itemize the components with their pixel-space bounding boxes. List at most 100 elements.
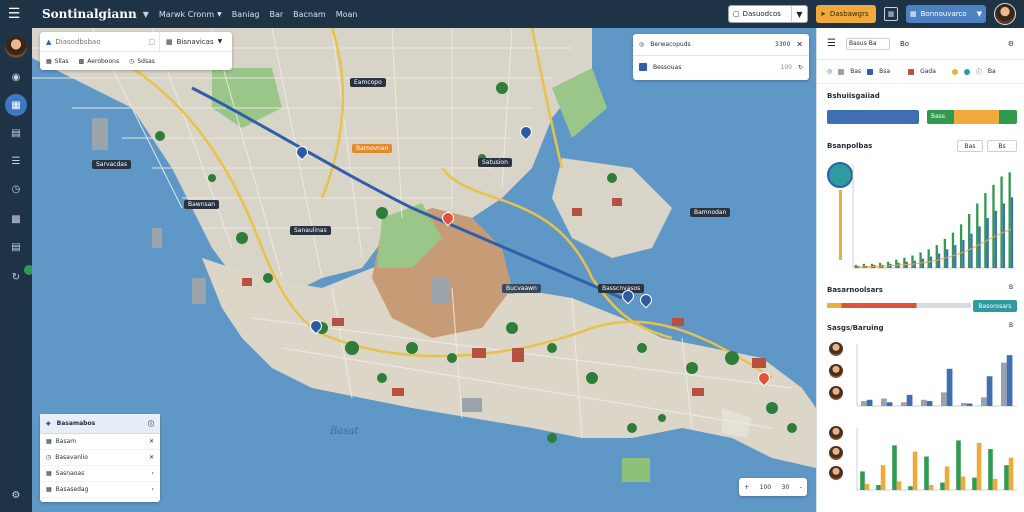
map-label[interactable]: Sanaulinas <box>290 226 331 235</box>
map-label[interactable]: Bamnodan <box>690 208 731 217</box>
chevron-down-icon[interactable]: ▼ <box>143 10 149 19</box>
map-label[interactable]: Satusion <box>478 158 512 167</box>
info-icon[interactable]: ⓘ <box>148 419 154 428</box>
chart1-range[interactable]: Bs <box>987 140 1017 152</box>
layer-icon: ▦ <box>46 486 52 493</box>
chart1-filter[interactable]: Bas <box>957 140 983 152</box>
chart-bar <box>919 252 922 268</box>
close-icon[interactable]: ✕ <box>149 454 154 461</box>
legend-swatch <box>838 68 845 75</box>
progress-title: Basarnoolsars <box>827 286 883 294</box>
menu-item-5[interactable]: Moan <box>336 10 358 19</box>
chart-bar <box>876 485 881 490</box>
search-box[interactable]: ▲ □ <box>40 32 160 51</box>
settings-icon[interactable]: ⚙ <box>5 484 27 506</box>
avatar[interactable] <box>829 426 843 440</box>
avatar[interactable] <box>829 466 843 480</box>
panel-top-label: Bo <box>899 39 910 48</box>
chart-bar <box>988 449 993 490</box>
avatar[interactable] <box>829 386 843 400</box>
chart-bar <box>970 233 973 268</box>
orange-action-button[interactable]: ➤ Dasbawgrs <box>816 5 876 23</box>
filter-chip[interactable]: ◷ Sdsas <box>129 58 155 65</box>
chart-bar <box>1001 362 1007 406</box>
avatar[interactable] <box>829 364 843 378</box>
panel-search-input[interactable]: Basus Ba <box>845 37 890 50</box>
chart-bar <box>926 401 933 406</box>
stat-title: Bshuiisgaiiad <box>827 92 880 100</box>
zoom-out-button[interactable]: - <box>800 484 802 491</box>
chevron-right-icon[interactable]: › <box>152 470 154 477</box>
refresh-icon[interactable]: ↻ <box>798 64 803 71</box>
avatar[interactable] <box>829 446 843 460</box>
close-icon[interactable]: ✕ <box>149 438 154 445</box>
user-avatar[interactable] <box>994 3 1016 25</box>
close-icon[interactable]: ✕ <box>796 40 803 49</box>
chart-bar <box>1008 457 1014 490</box>
top-bar: ☰ Sontinalgiann ▼ Marwk Cronm ▼ Baniag Ba… <box>0 0 1024 28</box>
layer-row[interactable]: ▦ Sasnaoas › <box>40 466 160 482</box>
mode-select[interactable]: ▦ Bisnavicas ▼ <box>160 38 222 46</box>
chart-bar <box>1000 176 1003 268</box>
zoom-in-button[interactable]: + <box>744 484 749 491</box>
progress-button[interactable]: Basorosars <box>973 300 1017 312</box>
zoom-preset[interactable]: 30 <box>782 484 790 491</box>
menu-icon[interactable]: ☰ <box>0 0 28 28</box>
chart-bar <box>911 255 914 268</box>
chart-bar <box>860 471 865 490</box>
layer-row[interactable]: ▦ Basasedag › <box>40 482 160 498</box>
grid-icon: ▦ <box>46 57 52 65</box>
menu-icon[interactable]: ☰ <box>827 38 836 49</box>
clock-icon[interactable]: ◷ <box>5 178 27 200</box>
chart1-title: Bsanpolbas <box>827 142 873 150</box>
image-icon[interactable]: ▩ <box>5 208 27 230</box>
avatar[interactable] <box>829 342 843 356</box>
menu-item-1[interactable]: Marwk Cronm ▼ <box>159 10 222 19</box>
grid-menu-button[interactable]: ▦ Bonnouvarco ▼ <box>906 5 986 23</box>
shield-icon: ◆ <box>46 420 51 427</box>
menu-item-4[interactable]: Bacnam <box>293 10 326 19</box>
menu-item-2[interactable]: Baniag <box>232 10 260 19</box>
filter-chip[interactable]: ▩ Aeroboons <box>79 58 119 65</box>
chart-bar <box>924 456 929 490</box>
map-label[interactable]: Bawnsan <box>184 200 220 209</box>
layer-row[interactable]: ▦ Basam ✕ <box>40 434 160 450</box>
chart-icon[interactable]: ▤ <box>5 122 27 144</box>
legend-swatch <box>963 68 970 75</box>
chart-bar <box>940 482 945 490</box>
chart-bar <box>895 259 898 268</box>
map-label[interactable]: Bucvaawn <box>502 284 541 293</box>
info-icon[interactable]: ⓘ <box>976 67 982 76</box>
destination-icon <box>639 63 647 71</box>
chart-3 <box>856 428 1017 491</box>
chevron-right-icon[interactable]: › <box>152 486 154 493</box>
chart2-value: B <box>1009 322 1014 329</box>
chart-bar <box>861 401 867 406</box>
layers-icon: ▦ <box>166 37 173 46</box>
layers-icon[interactable]: ▦ <box>5 94 27 116</box>
menu-item-3[interactable]: Bar <box>269 10 283 19</box>
search-input[interactable] <box>55 37 136 46</box>
settings-icon[interactable]: ⚙ <box>1008 40 1014 48</box>
map-label[interactable]: Barnovnan <box>352 144 393 153</box>
sidebar-avatar[interactable] <box>5 36 27 58</box>
copy-icon[interactable]: □ <box>148 38 155 46</box>
stat-bar-label: Bass <box>931 113 946 120</box>
legend-swatch <box>908 68 915 75</box>
share-icon[interactable]: ↻ <box>5 266 27 288</box>
compass-icon[interactable]: ◉ <box>5 66 27 88</box>
route-destination[interactable]: Bessouas <box>653 64 681 71</box>
chart-bar <box>886 402 893 406</box>
map-label[interactable]: Eamcopo <box>350 78 386 87</box>
chart-bar <box>966 403 973 406</box>
document-icon[interactable]: ▤ <box>5 236 27 258</box>
layer-row[interactable]: ◷ Basavanlio ✕ <box>40 450 160 466</box>
map-label[interactable]: Basscnvasos <box>598 284 645 293</box>
route-origin[interactable]: Berwacopuds <box>650 41 690 48</box>
filter-chip[interactable]: ▦ Sllas <box>46 58 69 65</box>
chart-bar <box>903 257 906 268</box>
list-icon[interactable]: ☰ <box>5 150 27 172</box>
top-select[interactable]: ▢ Dasuodcos ▼ <box>728 5 808 23</box>
calendar-icon[interactable]: ▦ <box>884 7 898 21</box>
map-label[interactable]: Sarvacdas <box>92 160 132 169</box>
